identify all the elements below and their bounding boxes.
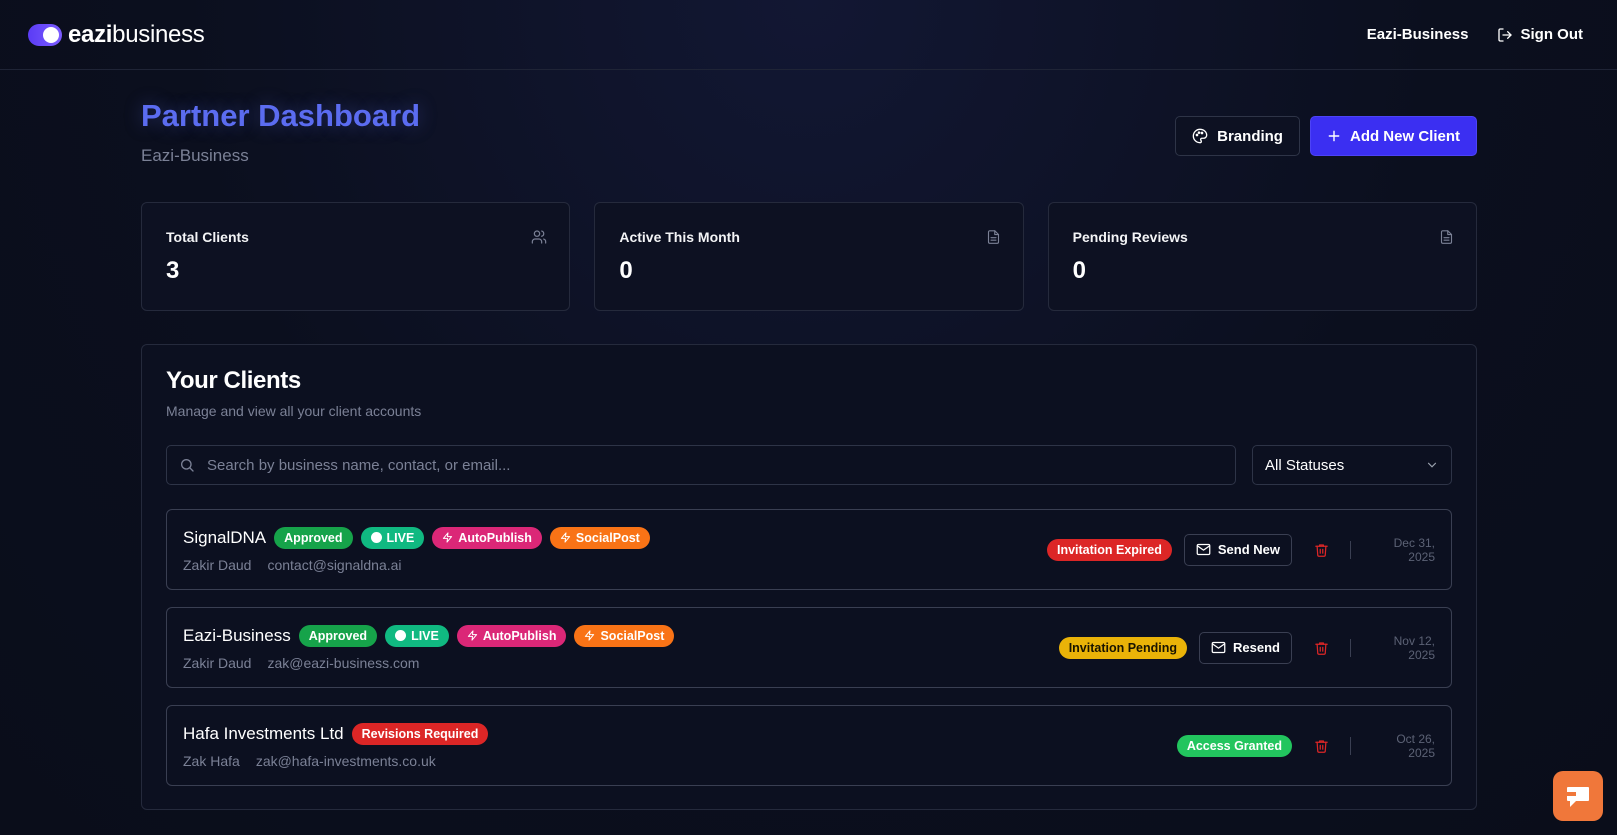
users-icon bbox=[532, 230, 547, 244]
client-row[interactable]: Hafa Investments Ltd Revisions Required … bbox=[166, 705, 1452, 786]
client-name: Eazi-Business bbox=[183, 625, 291, 645]
autopublish-badge: AutoPublish bbox=[456, 624, 567, 647]
resend-invite-button[interactable]: Resend bbox=[1199, 631, 1292, 664]
client-email: zak@hafa-investments.co.uk bbox=[255, 752, 436, 769]
divider bbox=[1350, 540, 1351, 559]
mail-icon bbox=[1196, 543, 1211, 556]
client-name: Hafa Investments Ltd bbox=[183, 723, 344, 743]
client-contact: Zakir Daud bbox=[183, 654, 252, 671]
delete-client-button[interactable] bbox=[1308, 542, 1334, 558]
plus-icon bbox=[1328, 130, 1340, 142]
lightning-icon bbox=[560, 532, 571, 543]
client-row[interactable]: SignalDNA Approved LIVE AutoPublish Soci… bbox=[166, 509, 1452, 590]
stat-card-active-this-month: Active This Month 0 bbox=[594, 202, 1024, 311]
clients-subtitle: Manage and view all your client accounts bbox=[166, 403, 422, 419]
sign-out-button[interactable]: Sign Out bbox=[1497, 26, 1584, 43]
chevron-down-icon bbox=[1427, 462, 1437, 468]
mail-icon bbox=[1211, 641, 1226, 654]
page-title: Partner Dashboard bbox=[141, 98, 421, 133]
delete-client-button[interactable] bbox=[1308, 640, 1334, 656]
clients-panel: Your Clients Manage and view all your cl… bbox=[141, 344, 1477, 810]
client-email: zak@eazi-business.com bbox=[267, 654, 420, 671]
stat-card-total-clients: Total Clients 3 bbox=[141, 202, 571, 311]
page-header: Partner Dashboard Eazi-Business Branding… bbox=[141, 98, 1477, 166]
stats-row: Total Clients 3 Active This Month 0 Pend… bbox=[141, 202, 1477, 311]
divider bbox=[1350, 638, 1351, 657]
branding-label: Branding bbox=[1217, 127, 1283, 145]
divider bbox=[1350, 736, 1351, 755]
live-dot-icon bbox=[370, 532, 382, 543]
sign-out-icon bbox=[1497, 27, 1512, 42]
client-date: Dec 31, 2025 bbox=[1393, 535, 1435, 564]
search-input[interactable] bbox=[207, 456, 1223, 474]
trash-icon bbox=[1314, 739, 1328, 753]
stat-label: Pending Reviews bbox=[1072, 229, 1188, 245]
stat-value: 0 bbox=[619, 257, 633, 284]
chat-icon bbox=[1567, 787, 1589, 807]
status-filter-select[interactable]: All Statuses bbox=[1252, 445, 1452, 485]
send-new-invite-button[interactable]: Send New bbox=[1183, 533, 1292, 566]
stat-card-pending-reviews: Pending Reviews 0 bbox=[1047, 202, 1477, 311]
clients-title: Your Clients bbox=[166, 367, 301, 394]
stat-value: 3 bbox=[166, 257, 180, 284]
trash-icon bbox=[1314, 641, 1328, 655]
client-email: contact@signaldna.ai bbox=[267, 556, 402, 573]
access-status-badge: Access Granted bbox=[1176, 734, 1292, 757]
page-subtitle: Eazi-Business bbox=[141, 146, 249, 165]
status-filter-value: All Statuses bbox=[1265, 456, 1345, 474]
lightning-icon bbox=[467, 630, 477, 641]
approved-badge: Approved bbox=[298, 624, 378, 647]
add-new-client-button[interactable]: Add New Client bbox=[1309, 116, 1477, 156]
lightning-icon bbox=[443, 532, 453, 543]
socialpost-badge: SocialPost bbox=[549, 526, 650, 549]
document-icon bbox=[987, 230, 999, 244]
client-date: Nov 12, 2025 bbox=[1393, 633, 1435, 662]
logo-text: eazibusiness bbox=[68, 20, 205, 48]
revisions-required-badge: Revisions Required bbox=[351, 722, 489, 745]
client-contact: Zak Hafa bbox=[183, 752, 240, 769]
invitation-status-badge: Invitation Expired bbox=[1046, 538, 1172, 561]
sign-out-label: Sign Out bbox=[1520, 26, 1584, 43]
top-navbar: eazibusiness Eazi-Business Sign Out bbox=[0, 0, 1617, 70]
stat-label: Total Clients bbox=[166, 229, 249, 245]
add-new-client-label: Add New Client bbox=[1349, 127, 1460, 145]
stat-label: Active This Month bbox=[619, 229, 740, 245]
search-box bbox=[166, 445, 1236, 485]
trash-icon bbox=[1314, 543, 1328, 557]
client-contact: Zakir Daud bbox=[183, 556, 252, 573]
autopublish-badge: AutoPublish bbox=[432, 526, 542, 549]
org-name: Eazi-Business bbox=[1366, 26, 1469, 43]
stat-value: 0 bbox=[1072, 257, 1087, 284]
live-badge: LIVE bbox=[385, 624, 449, 647]
branding-button[interactable]: Branding bbox=[1175, 116, 1300, 156]
socialpost-badge: SocialPost bbox=[574, 624, 675, 647]
invitation-status-badge: Invitation Pending bbox=[1058, 636, 1188, 659]
logo-toggle-icon bbox=[28, 23, 62, 46]
live-badge: LIVE bbox=[360, 526, 425, 549]
lightning-icon bbox=[585, 630, 595, 641]
client-row[interactable]: Eazi-Business Approved LIVE AutoPublish … bbox=[166, 607, 1452, 688]
search-icon bbox=[181, 459, 194, 472]
approved-badge: Approved bbox=[274, 526, 353, 549]
chat-widget-button[interactable] bbox=[1553, 771, 1603, 821]
live-dot-icon bbox=[395, 630, 407, 641]
logo[interactable]: eazibusiness bbox=[28, 21, 205, 49]
document-icon bbox=[1440, 230, 1453, 244]
palette-icon bbox=[1192, 128, 1208, 144]
delete-client-button[interactable] bbox=[1308, 738, 1334, 754]
client-name: SignalDNA bbox=[183, 527, 267, 547]
client-date: Oct 26, 2025 bbox=[1396, 731, 1435, 760]
